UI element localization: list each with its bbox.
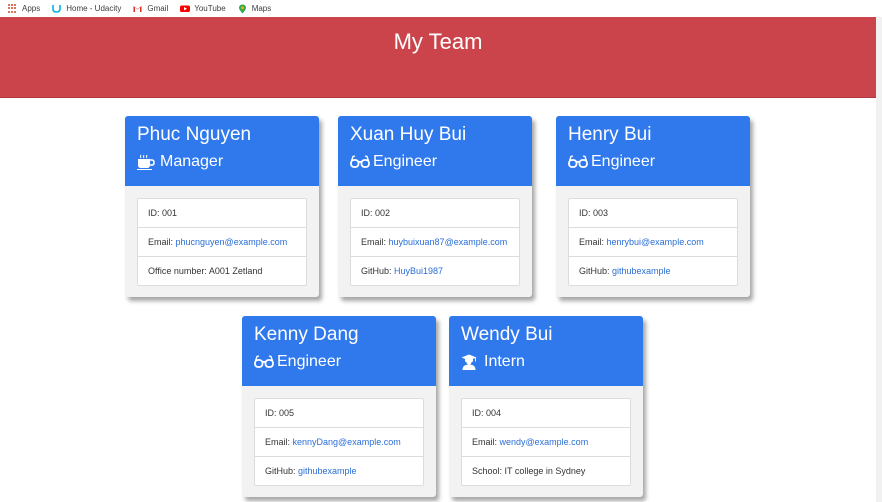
glasses-icon [568,154,588,170]
coffee-icon [137,154,155,170]
info-row: Email: kennyDang@example.com [255,428,423,457]
info-label: GitHub: [579,266,613,276]
info-row: ID: 002 [351,199,519,228]
info-list: ID: 001 Email: phucnguyen@example.com Offi… [137,198,307,286]
info-link[interactable]: henrybui@example.com [607,237,704,247]
card-header: Xuan Huy Bui Engineer [338,116,532,186]
bookmark-apps[interactable]: Apps [8,4,40,13]
info-value: A001 Zetland [208,266,263,276]
info-label: ID: [579,208,594,218]
role-label: Engineer [591,153,656,170]
info-label: School: [472,466,505,476]
info-row: Email: huybuixuan87@example.com [351,228,519,257]
employee-card: Henry Bui Engineer ID: 003 Email: henrybui… [556,116,750,297]
info-value: 005 [279,408,295,418]
info-label: Email: [472,437,500,447]
bookmark-youtube[interactable]: YouTube [180,4,226,13]
info-value: 001 [162,208,178,218]
employee-name: Wendy Bui [461,324,553,345]
graduate-icon [461,354,479,370]
maps-pin-icon [238,4,247,14]
info-row: GitHub: githubexample [255,457,423,485]
info-link[interactable]: githubexample [298,466,357,476]
role-label: Intern [484,353,525,370]
employee-card: Phuc Nguyen Manager ID: 001 Email: phucngu… [125,116,319,297]
info-link[interactable]: wendy@example.com [500,437,589,447]
info-label: GitHub: [265,466,299,476]
scrollbar[interactable] [876,17,882,502]
team-header: My Team [0,17,876,98]
role-label: Manager [160,153,224,170]
page-title: My Team [393,29,483,54]
info-label: Email: [579,237,607,247]
info-label: Office number: [148,266,209,276]
bookmark-gmail[interactable]: Gmail [133,4,168,13]
info-row: Email: henrybui@example.com [569,228,737,257]
info-link[interactable]: kennyDang@example.com [293,437,401,447]
bookmark-label: Gmail [147,4,169,13]
bookmark-label: YouTube [194,4,226,13]
role-label: Engineer [373,153,438,170]
info-link[interactable]: HuyBui1987 [394,266,443,276]
bookmark-maps[interactable]: Maps [238,4,272,14]
udacity-icon [52,4,62,13]
info-label: ID: [265,408,280,418]
info-row: ID: 005 [255,399,423,428]
info-row: ID: 004 [462,399,630,428]
info-row: Office number: A001 Zetland [138,257,306,285]
info-row: GitHub: githubexample [569,257,737,285]
info-label: ID: [148,208,163,218]
employee-role: Intern [461,353,643,371]
info-label: Email: [361,237,389,247]
info-link[interactable]: phucnguyen@example.com [176,237,288,247]
apps-icon [8,4,17,13]
employee-name: Henry Bui [568,124,652,145]
info-label: Email: [265,437,293,447]
card-header: Phuc Nguyen Manager [125,116,319,186]
bookmark-udacity[interactable]: Home - Udacity [52,4,121,13]
employee-role: Engineer [350,153,532,171]
employee-role: Manager [137,153,319,171]
info-row: ID: 003 [569,199,737,228]
info-value: 003 [593,208,609,218]
info-row: ID: 001 [138,199,306,228]
role-label: Engineer [277,353,342,370]
info-list: ID: 005 Email: kennyDang@example.com GitHu… [254,398,424,486]
bookmark-label: Home - Udacity [66,4,122,13]
info-value: 002 [375,208,391,218]
info-value: IT college in Sydney [504,466,586,476]
gmail-icon [133,4,142,13]
info-label: ID: [472,408,487,418]
employee-name: Xuan Huy Bui [350,124,467,145]
employee-card: Wendy Bui Intern ID: 004 Email: wendy@exam… [449,316,643,497]
bookmarks-bar: Apps Home - Udacity Gmail YouTube Maps [0,0,882,17]
employee-name: Kenny Dang [254,324,359,345]
info-link[interactable]: githubexample [612,266,671,276]
info-label: Email: [148,237,176,247]
info-list: ID: 003 Email: henrybui@example.com GitHub… [568,198,738,286]
info-label: GitHub: [361,266,395,276]
youtube-icon [180,4,191,13]
info-list: ID: 004 Email: wendy@example.com School: I… [461,398,631,486]
employee-role: Engineer [254,353,436,371]
info-row: GitHub: HuyBui1987 [351,257,519,285]
bookmark-label: Maps [251,4,272,13]
card-header: Wendy Bui Intern [449,316,643,386]
info-row: School: IT college in Sydney [462,457,630,485]
employee-card: Kenny Dang Engineer ID: 005 Email: kennyDa… [242,316,436,497]
glasses-icon [350,154,370,170]
employee-name: Phuc Nguyen [137,124,252,145]
info-row: Email: phucnguyen@example.com [138,228,306,257]
info-row: Email: wendy@example.com [462,428,630,457]
glasses-icon [254,354,274,370]
info-label: ID: [361,208,376,218]
info-value: 004 [486,408,502,418]
info-link[interactable]: huybuixuan87@example.com [389,237,508,247]
card-header: Kenny Dang Engineer [242,316,436,386]
employee-card: Xuan Huy Bui Engineer ID: 002 Email: huybu… [338,116,532,297]
card-header: Henry Bui Engineer [556,116,750,186]
employee-role: Engineer [568,153,750,171]
bookmark-label: Apps [22,4,41,13]
info-list: ID: 002 Email: huybuixuan87@example.com Gi… [350,198,520,286]
